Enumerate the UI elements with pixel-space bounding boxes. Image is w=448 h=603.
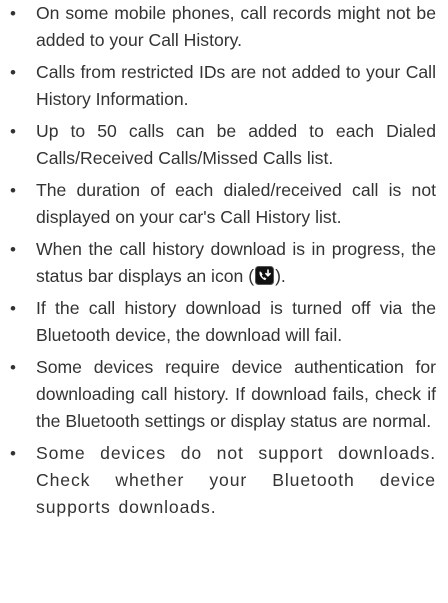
document-page: • On some mobile phones, call records mi… — [0, 0, 448, 603]
note-text: The duration of each dialed/received cal… — [36, 180, 436, 227]
bullet-icon: • — [10, 63, 16, 82]
list-item: • Some devices require device authentica… — [7, 354, 436, 435]
bullet-icon: • — [10, 358, 16, 377]
note-text: Some devices do not support downloads. C… — [36, 443, 436, 517]
list-item: • If the call history download is turned… — [7, 295, 436, 349]
bullet-icon: • — [10, 240, 16, 259]
list-item: • Calls from restricted IDs are not adde… — [7, 59, 436, 113]
bullet-icon: • — [10, 122, 16, 141]
list-item: • The duration of each dialed/received c… — [7, 177, 436, 231]
bullet-icon: • — [10, 444, 17, 463]
note-text-before-icon: When the call history download is in pro… — [36, 239, 436, 286]
note-text: On some mobile phones, call records migh… — [36, 3, 436, 50]
note-text: Some devices require device authenticati… — [36, 357, 436, 431]
note-text: Calls from restricted IDs are not added … — [36, 62, 436, 109]
phone-download-icon — [255, 266, 275, 285]
call-history-notes-list: • On some mobile phones, call records mi… — [7, 0, 436, 521]
note-text: Up to 50 calls can be added to each Dial… — [36, 121, 436, 168]
bullet-icon: • — [10, 4, 16, 23]
list-item: • Up to 50 calls can be added to each Di… — [7, 118, 436, 172]
note-text-after-icon: ). — [275, 266, 286, 286]
bullet-icon: • — [10, 299, 16, 318]
list-item: • When the call history download is in p… — [7, 236, 436, 290]
bullet-icon: • — [10, 181, 16, 200]
list-item: • Some devices do not support downloads.… — [7, 440, 436, 521]
list-item: • On some mobile phones, call records mi… — [7, 0, 436, 54]
note-text: If the call history download is turned o… — [36, 298, 436, 345]
